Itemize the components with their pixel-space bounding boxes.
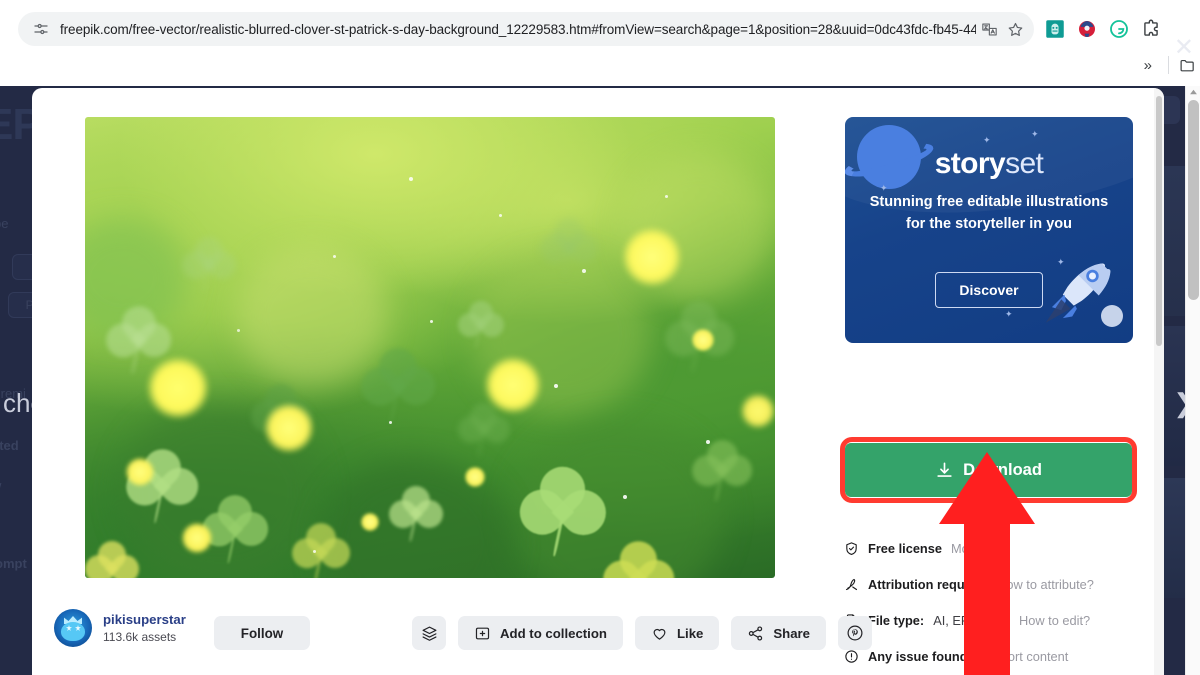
address-bar[interactable]: freepik.com/free-vector/realistic-blurre… [18, 12, 1034, 46]
like-label: Like [676, 625, 704, 641]
share-icon [749, 625, 763, 641]
ad-headline: Stunning free editable illustrations for… [869, 194, 1109, 233]
storyset-logo-bold: story [934, 147, 1006, 180]
add-to-collection-button[interactable]: Add to collection [458, 616, 623, 650]
collections-stack-button[interactable] [412, 616, 446, 650]
backdrop-label-3: rompt [0, 556, 27, 571]
author-name[interactable]: pikisuperstar [103, 611, 186, 629]
close-modal-button[interactable]: ✕ [1174, 36, 1194, 60]
browser-chrome: freepik.com/free-vector/realistic-blurre… [0, 0, 1200, 86]
backdrop-label-1: ated [0, 438, 19, 453]
clover-background-artwork [85, 117, 775, 578]
extension-icon-teal[interactable] [1044, 18, 1066, 40]
author-asset-count: 113.6k assets [103, 629, 177, 644]
avatar-face [61, 622, 85, 641]
pinterest-button[interactable] [838, 616, 873, 650]
browser-window: EP pe PH PSD Premi ated w rompt chevron-… [0, 0, 1200, 675]
url-text[interactable]: freepik.com/free-vector/realistic-blurre… [60, 22, 976, 37]
bookmark-star-icon[interactable] [1002, 16, 1028, 42]
backdrop-filter-label: pe [0, 216, 9, 231]
omnibox-row: freepik.com/free-vector/realistic-blurre… [0, 12, 1200, 46]
extension-icon-red[interactable] [1076, 18, 1098, 40]
info-label-free-license: Free license [868, 540, 942, 556]
star-decoration: ✦ [983, 135, 991, 145]
page-scrollbar[interactable] [1185, 86, 1200, 675]
storyset-logo: storyset [845, 147, 1133, 181]
add-to-collection-icon [475, 627, 490, 639]
star-decoration: ✦ [1005, 309, 1013, 319]
share-label: Share [773, 625, 811, 641]
star-decoration: ✦ [1031, 129, 1039, 139]
site-settings-icon[interactable] [30, 18, 52, 40]
backdrop-label-2: w [0, 478, 1, 493]
extension-icons [1044, 12, 1162, 46]
layers-icon [422, 626, 436, 641]
share-button[interactable]: Share [731, 616, 827, 650]
storyset-ad-card[interactable]: ✦ ✦ ✦ ✦ ✦ storyset Stunning free editabl… [845, 117, 1133, 343]
heart-icon [653, 628, 666, 640]
asset-action-buttons: Add to collection Like Share [412, 616, 873, 650]
modal-scrollbar[interactable] [1154, 88, 1164, 675]
signature-pen-icon [844, 577, 859, 592]
asset-preview-image[interactable] [85, 117, 775, 578]
scroll-up-arrow-icon[interactable] [1189, 88, 1198, 97]
red-arrow-pointing-to-download [939, 452, 1035, 675]
like-button[interactable]: Like [634, 616, 720, 650]
translate-icon[interactable] [976, 16, 1002, 42]
grammarly-extension-icon[interactable] [1108, 18, 1130, 40]
extensions-puzzle-icon[interactable] [1140, 18, 1162, 40]
moon-icon [1101, 305, 1123, 327]
shield-check-icon [844, 541, 859, 556]
follow-button[interactable]: Follow [214, 616, 310, 650]
bookmarks-divider [1168, 56, 1169, 74]
modal-scrollbar-thumb[interactable] [1156, 96, 1162, 346]
discover-button[interactable]: Discover [935, 272, 1043, 308]
pinterest-icon [847, 625, 863, 641]
storyset-logo-light: set [1005, 147, 1044, 180]
author-block[interactable]: pikisuperstar 113.6k assets [54, 609, 186, 647]
add-to-collection-label: Add to collection [500, 625, 607, 641]
avatar[interactable] [54, 609, 92, 647]
bookmarks-bar: » [0, 46, 1200, 84]
page-scrollbar-thumb[interactable] [1188, 100, 1199, 300]
bookmarks-overflow-button[interactable]: » [1138, 57, 1158, 74]
